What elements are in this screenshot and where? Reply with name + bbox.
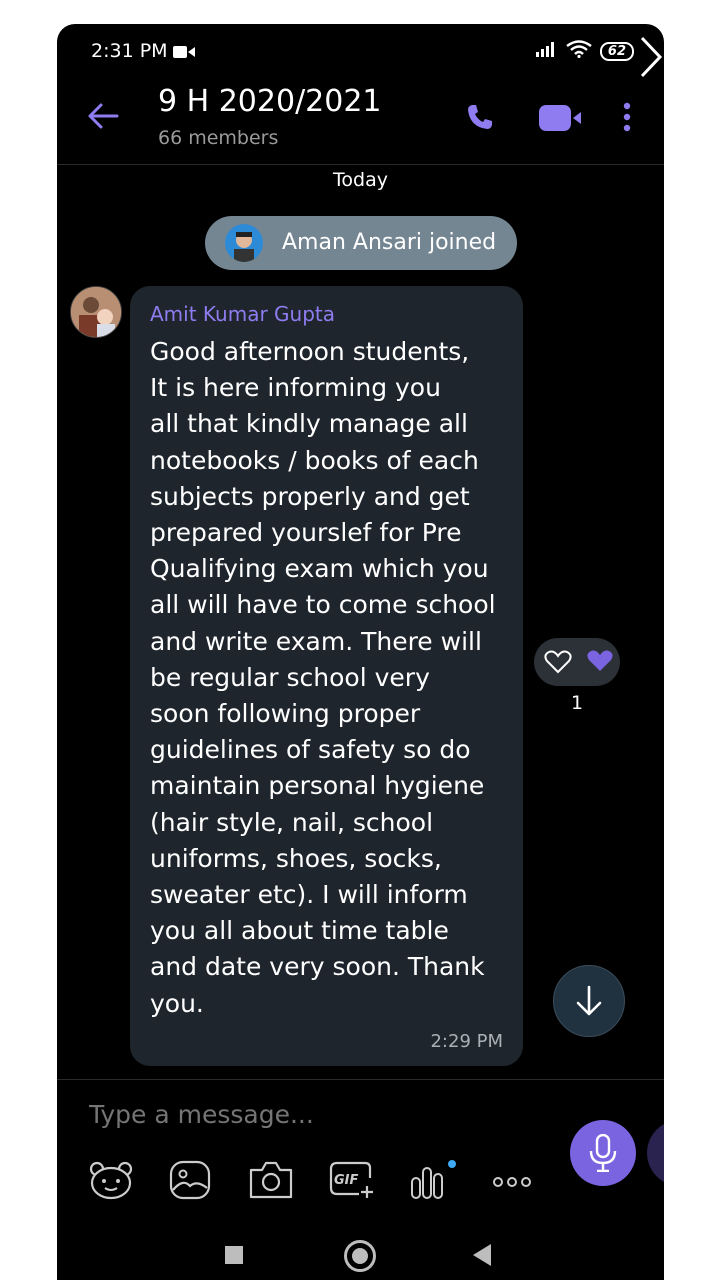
chat-header: 9 H 2020/2021 66 members: [57, 80, 664, 165]
status-bar: 2:31 PM 62: [57, 24, 664, 80]
wifi-icon: [566, 40, 592, 62]
more-options-icon[interactable]: [492, 1160, 532, 1204]
system-navigation-bar: [57, 1234, 664, 1280]
back-button[interactable]: [473, 1244, 491, 1266]
svg-text:GIF: GIF: [334, 1173, 359, 1188]
poll-icon[interactable]: [409, 1160, 457, 1204]
voice-message-button[interactable]: [570, 1120, 636, 1186]
gallery-icon[interactable]: [169, 1160, 211, 1204]
avatar[interactable]: [70, 286, 122, 338]
sticker-icon[interactable]: [89, 1160, 133, 1204]
video-call-icon[interactable]: [539, 105, 583, 135]
battery-indicator: 62: [599, 41, 634, 61]
recents-button[interactable]: [225, 1246, 243, 1264]
system-notice: Aman Ansari joined: [205, 216, 517, 270]
video-recording-icon: [173, 44, 195, 63]
secondary-action-button[interactable]: [647, 1120, 664, 1186]
reaction-pill[interactable]: [534, 638, 620, 686]
message-timestamp: 2:29 PM: [430, 1031, 503, 1052]
system-notice-text: Aman Ansari joined: [282, 230, 497, 255]
message-text: Good afternoon students, It is here info…: [150, 337, 496, 1018]
heart-filled-icon[interactable]: [586, 649, 614, 677]
date-divider: Today: [333, 169, 388, 191]
back-arrow-icon[interactable]: [87, 102, 119, 134]
message-composer: GIF: [57, 1079, 664, 1230]
home-button[interactable]: [344, 1240, 376, 1272]
reaction-count: 1: [570, 692, 584, 714]
message-bubble[interactable]: Amit Kumar Gupta Good afternoon students…: [130, 286, 523, 1066]
gif-icon[interactable]: GIF: [327, 1160, 375, 1204]
sender-name[interactable]: Amit Kumar Gupta: [150, 302, 335, 326]
status-time: 2:31 PM: [91, 40, 168, 62]
scroll-to-bottom-button[interactable]: [553, 965, 625, 1037]
voice-call-icon[interactable]: [465, 102, 495, 136]
microphone-icon: [589, 1134, 617, 1172]
more-vertical-icon[interactable]: [623, 102, 631, 136]
phone-screen: 2:31 PM 62 9 H 2020/2021 66 members Toda…: [57, 24, 664, 1280]
arrow-down-icon: [576, 985, 602, 1016]
member-count: 66 members: [158, 127, 279, 149]
group-title[interactable]: 9 H 2020/2021: [158, 84, 382, 119]
heart-outline-icon[interactable]: [544, 650, 572, 678]
chevron-right-icon[interactable]: [639, 36, 663, 82]
camera-icon[interactable]: [248, 1160, 294, 1204]
avatar: [225, 224, 263, 262]
signal-icon: [535, 41, 558, 61]
message-input[interactable]: [89, 1100, 529, 1129]
